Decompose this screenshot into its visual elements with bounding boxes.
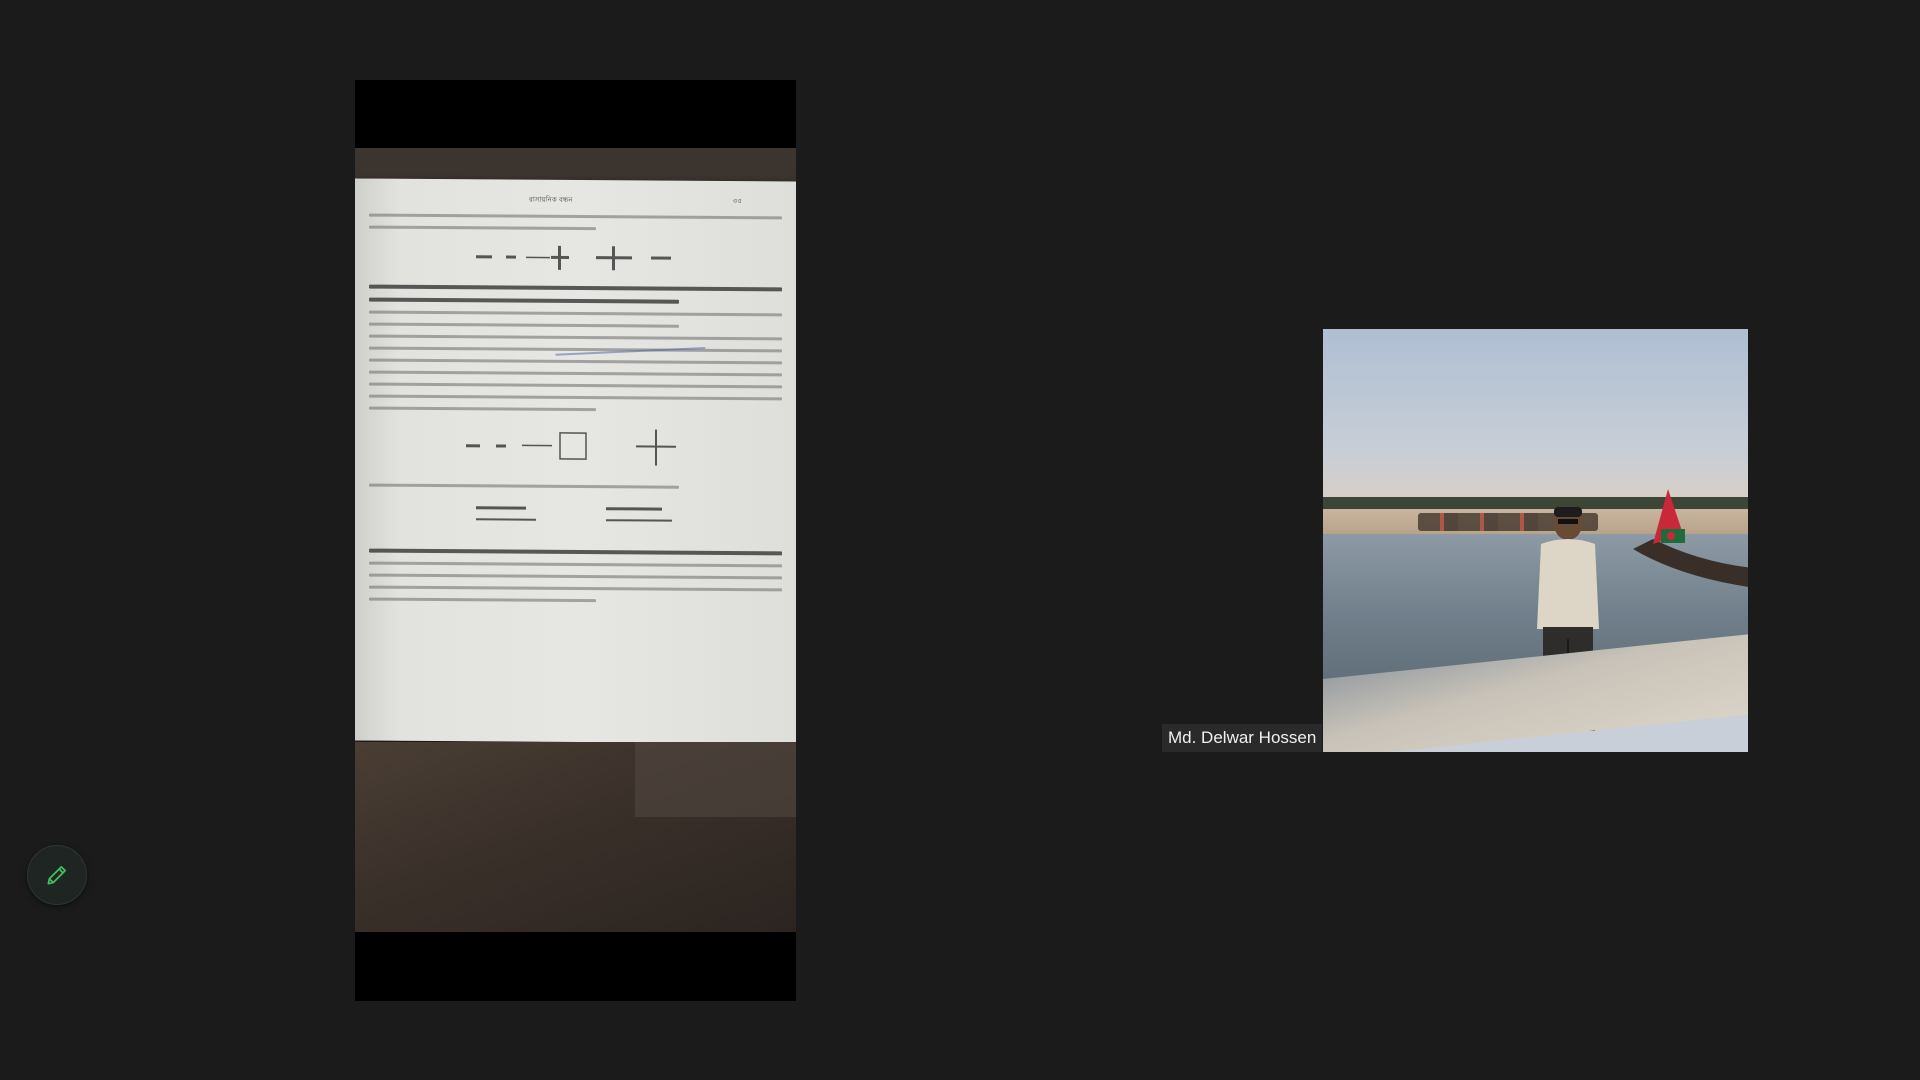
page-number: ৩৫ bbox=[732, 197, 742, 206]
text-line bbox=[369, 573, 782, 580]
section-heading bbox=[369, 284, 782, 292]
participant-video-tile[interactable] bbox=[1323, 329, 1748, 752]
meeting-stage: রাসায়নিক বন্ধন ৩৫ Md. Delwar Hossen bbox=[0, 0, 1920, 1080]
text-line bbox=[369, 394, 782, 401]
text-line bbox=[369, 322, 679, 328]
participant-name-label: Md. Delwar Hossen bbox=[1162, 724, 1323, 752]
boat-image bbox=[1633, 489, 1748, 587]
text-line bbox=[369, 225, 597, 231]
text-line bbox=[369, 382, 782, 389]
section-heading bbox=[369, 548, 782, 556]
text-line bbox=[369, 213, 782, 220]
text-line bbox=[369, 310, 782, 317]
formula-diagram bbox=[475, 245, 671, 271]
text-line bbox=[369, 358, 782, 365]
formula-diagram bbox=[475, 506, 672, 522]
section-subheading bbox=[369, 297, 679, 304]
shared-video-tile[interactable]: রাসায়নিক বন্ধন ৩৫ bbox=[355, 80, 796, 1001]
text-line bbox=[369, 561, 782, 568]
formula-row bbox=[369, 419, 782, 478]
annotate-button[interactable] bbox=[27, 845, 87, 905]
page-header: রাসায়নিক বন্ধন ৩৫ bbox=[369, 193, 782, 208]
video-sky bbox=[1323, 329, 1748, 504]
formula-row bbox=[369, 238, 782, 279]
formula-diagram bbox=[465, 429, 676, 466]
pencil-icon bbox=[47, 866, 66, 885]
handwritten-annotation bbox=[554, 330, 706, 356]
page-header-title: রাসায়নিক বন্ধন bbox=[529, 195, 573, 204]
text-line bbox=[369, 585, 782, 592]
shared-video-frame: রাসায়নিক বন্ধন ৩৫ bbox=[355, 148, 796, 932]
text-line bbox=[369, 370, 782, 377]
text-line bbox=[369, 597, 597, 603]
desk-panel bbox=[635, 742, 796, 817]
textbook-page: রাসায়নিক বন্ধন ৩৫ bbox=[355, 178, 796, 744]
desk-surface bbox=[355, 742, 796, 932]
formula-row bbox=[369, 496, 782, 543]
text-line bbox=[369, 483, 679, 489]
text-line bbox=[369, 406, 597, 412]
